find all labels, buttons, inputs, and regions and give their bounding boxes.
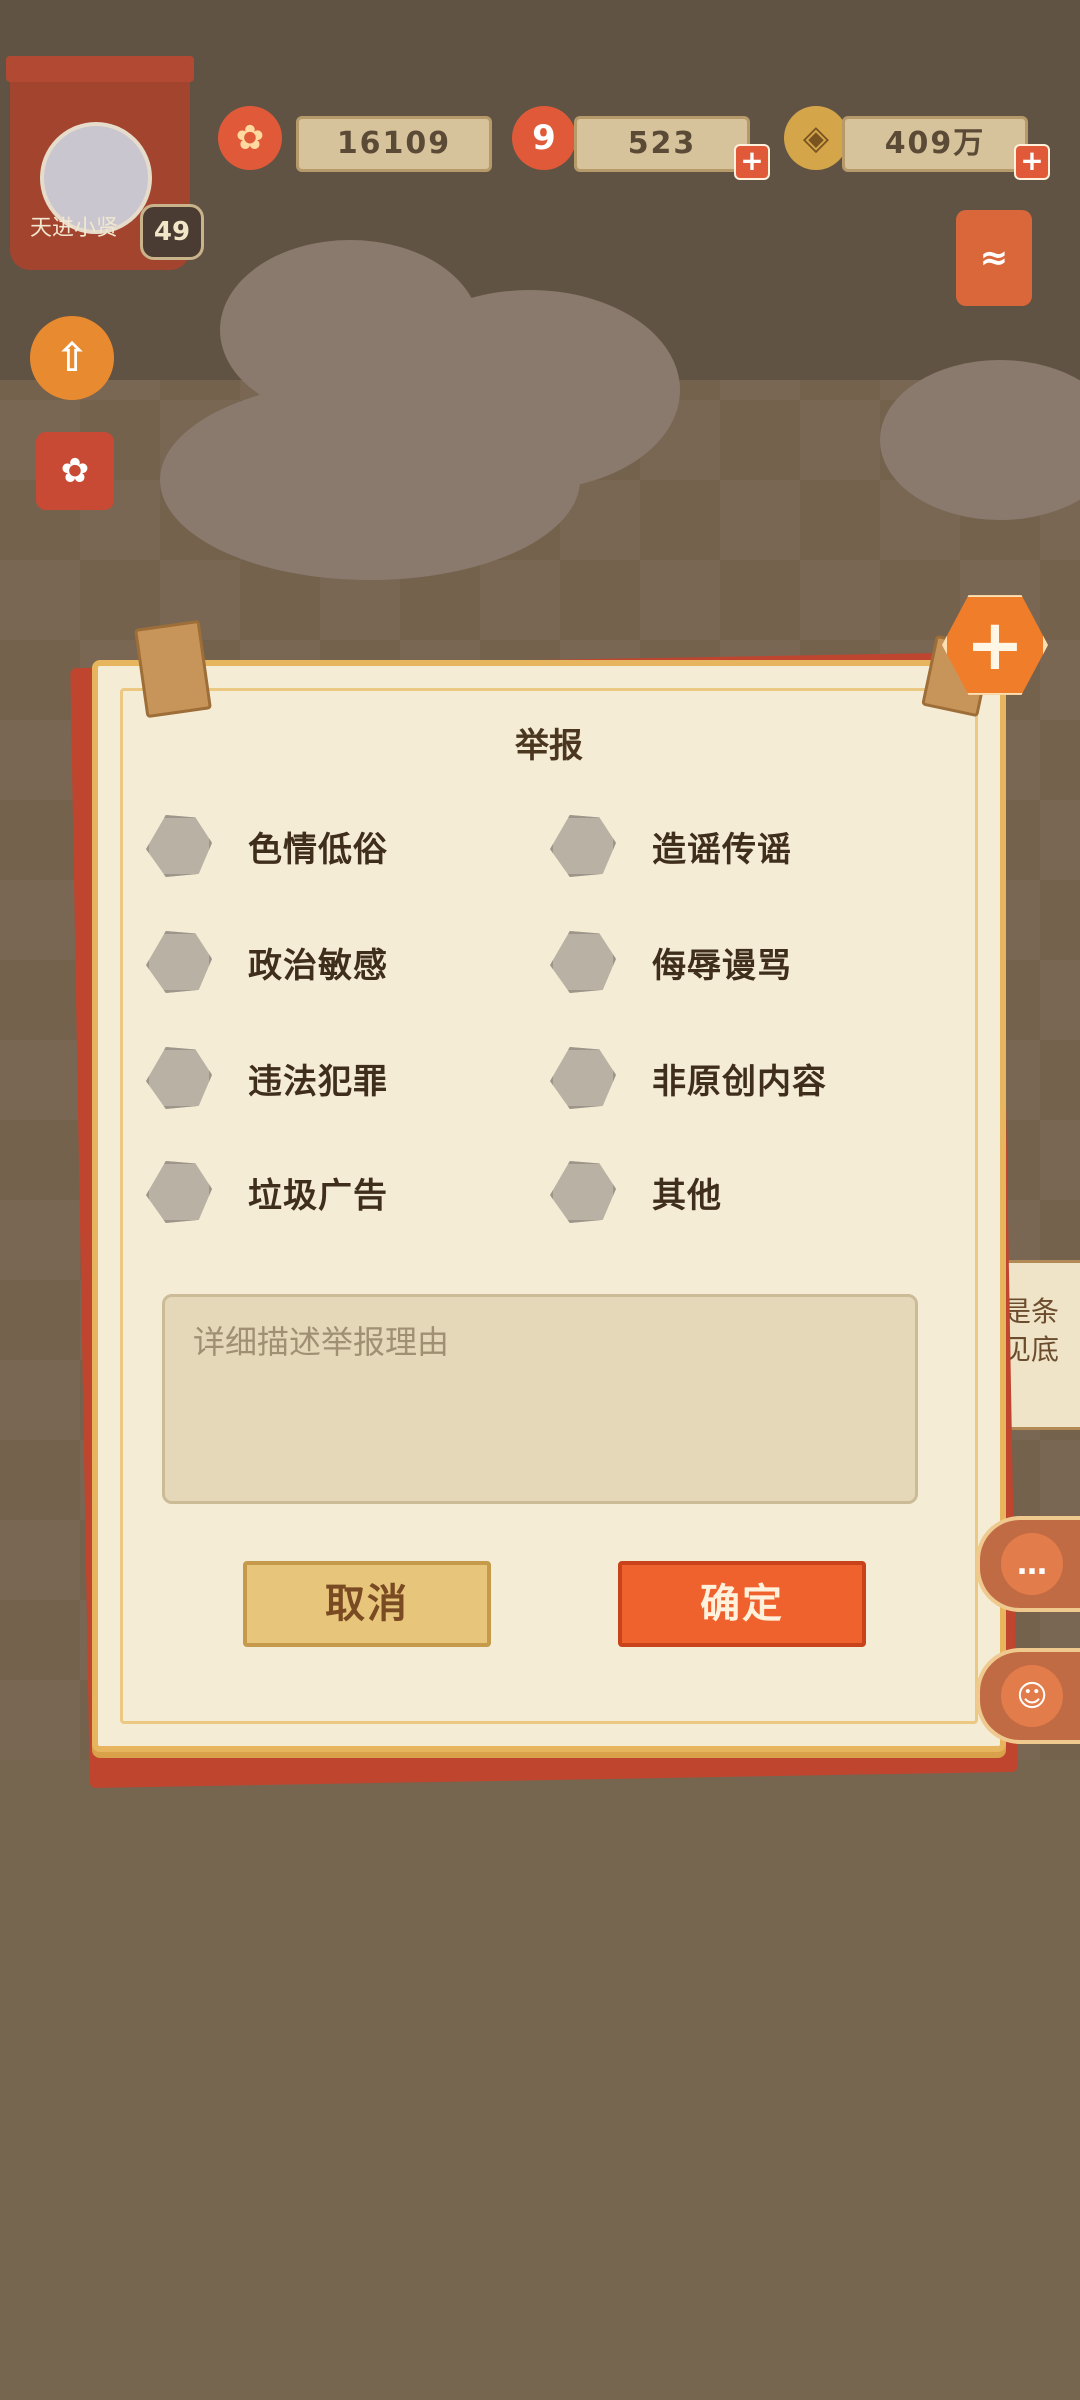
- add-gems-button[interactable]: +: [734, 144, 770, 180]
- coin-count: 409万: [842, 116, 1028, 172]
- report-option-other[interactable]: 其他: [550, 1161, 722, 1223]
- radio-unchecked-icon[interactable]: [550, 931, 616, 993]
- option-label: 色情低俗: [248, 829, 388, 870]
- character-button[interactable]: ☺: [976, 1648, 1080, 1744]
- option-label: 造谣传谣: [652, 829, 792, 870]
- report-option-illegal[interactable]: 违法犯罪: [146, 1047, 388, 1109]
- petal-count: 16109: [296, 116, 492, 172]
- report-option-non-original[interactable]: 非原创内容: [550, 1047, 827, 1109]
- report-option-spam[interactable]: 垃圾广告: [146, 1161, 388, 1223]
- radio-unchecked-icon[interactable]: [550, 1047, 616, 1109]
- torii-gate-decoration: [6, 56, 194, 82]
- option-label: 非原创内容: [652, 1061, 827, 1102]
- add-coins-button[interactable]: +: [1014, 144, 1050, 180]
- option-label: 侮辱谩骂: [652, 945, 792, 986]
- gem-icon: 9: [512, 106, 576, 170]
- radio-unchecked-icon[interactable]: [550, 815, 616, 877]
- option-label: 其他: [652, 1175, 722, 1216]
- report-reason-input[interactable]: [162, 1294, 918, 1504]
- report-dialog: 举报 色情低俗 造谣传谣 政治敏感 侮辱谩骂 违法犯罪 非原创内容 垃圾广告 其…: [92, 660, 1006, 1752]
- option-label: 违法犯罪: [248, 1061, 388, 1102]
- option-label: 垃圾广告: [248, 1175, 388, 1216]
- hint-line: 见底: [1003, 1333, 1060, 1366]
- coin-icon: ◈: [784, 106, 848, 170]
- report-option-political[interactable]: 政治敏感: [146, 931, 388, 993]
- level-badge: 49: [140, 204, 204, 260]
- upgrade-lantern-icon[interactable]: ⇧: [30, 316, 114, 400]
- radio-unchecked-icon[interactable]: [146, 931, 212, 993]
- hint-line: 是条: [1003, 1295, 1060, 1328]
- radio-unchecked-icon[interactable]: [146, 1161, 212, 1223]
- fish-banner-icon[interactable]: ≈: [956, 210, 1032, 306]
- report-option-abuse[interactable]: 侮辱谩骂: [550, 931, 792, 993]
- radio-unchecked-icon[interactable]: [146, 815, 212, 877]
- radio-unchecked-icon[interactable]: [550, 1161, 616, 1223]
- confirm-button[interactable]: 确定: [618, 1561, 866, 1647]
- chat-button[interactable]: …: [976, 1516, 1080, 1612]
- wood-tag-decoration: [134, 619, 212, 719]
- cancel-button[interactable]: 取消: [243, 1561, 491, 1647]
- report-option-vulgar[interactable]: 色情低俗: [146, 815, 388, 877]
- chat-bubble-icon: …: [1001, 1533, 1063, 1595]
- top-hud: 天进小贤 49 ✿ 16109 9 523 + ◈ 409万 + ⇧ ✿ ≈: [0, 0, 1080, 510]
- character-icon: ☺: [1001, 1665, 1063, 1727]
- gift-bag-icon[interactable]: ✿: [36, 432, 114, 510]
- gem-count: 523: [574, 116, 750, 172]
- dialog-title: 举报: [515, 726, 583, 766]
- radio-unchecked-icon[interactable]: [146, 1047, 212, 1109]
- close-plus-icon: +: [965, 604, 1025, 686]
- option-label: 政治敏感: [248, 945, 388, 986]
- flower-icon: ✿: [218, 106, 282, 170]
- report-option-rumor[interactable]: 造谣传谣: [550, 815, 792, 877]
